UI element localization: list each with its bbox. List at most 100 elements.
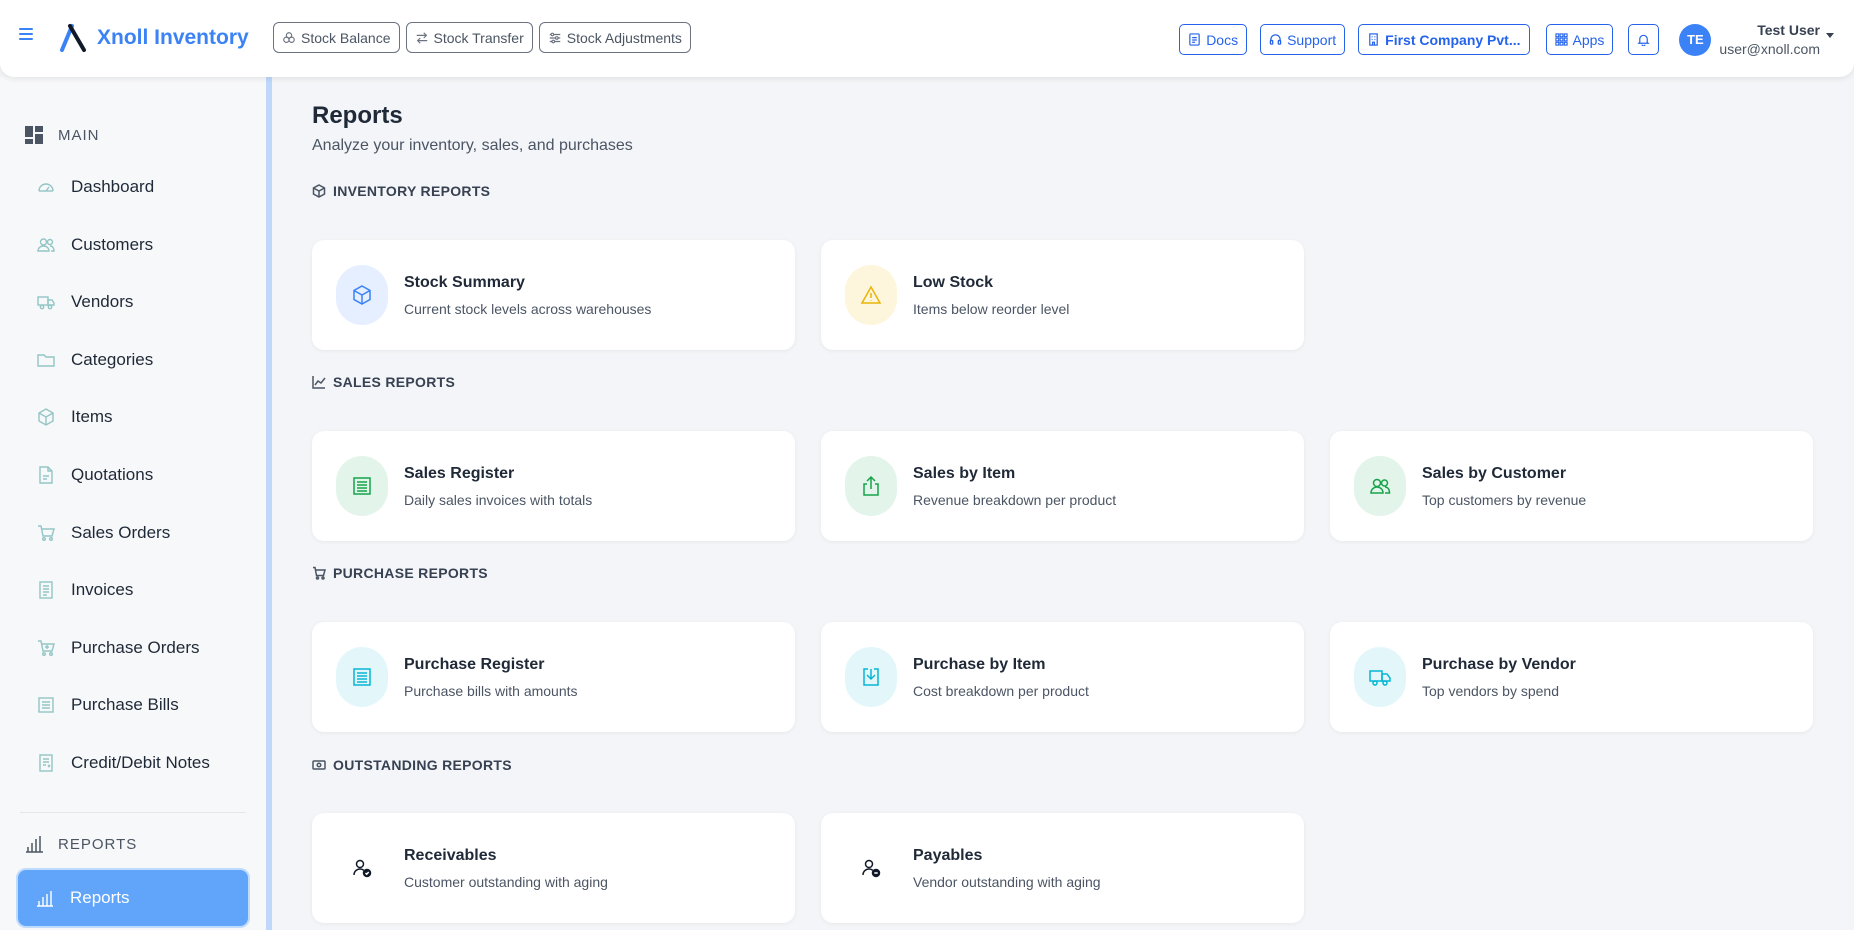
document-icon bbox=[39, 466, 53, 484]
sidebar-item-categories[interactable]: Categories bbox=[19, 337, 249, 383]
sidebar-item-invoices[interactable]: Invoices bbox=[19, 567, 249, 613]
sidebar-item-label: Quotations bbox=[71, 465, 154, 484]
quick-actions: Stock Balance Stock Transfer Stock Adjus… bbox=[273, 22, 691, 53]
report-card-payables[interactable]: Payables Vendor outstanding with aging bbox=[821, 813, 1304, 923]
apps-label: Apps bbox=[1572, 31, 1605, 48]
headset-icon bbox=[1269, 34, 1282, 45]
sidebar-item-dashboard[interactable]: Dashboard bbox=[19, 164, 249, 210]
card-title: Purchase by Vendor bbox=[1422, 655, 1576, 673]
apps-grid-icon bbox=[1554, 33, 1568, 46]
support-button[interactable]: Support bbox=[1260, 24, 1346, 55]
sidebar-item-vendors[interactable]: Vendors bbox=[19, 279, 249, 325]
avatar: TE bbox=[1679, 23, 1712, 56]
page-title: Reports bbox=[312, 102, 403, 129]
sidebar-item-purchase-bills[interactable]: Purchase Bills bbox=[19, 682, 249, 728]
user-name: Test User bbox=[1757, 22, 1820, 38]
sidebar-section-reports-label: REPORTS bbox=[58, 835, 138, 853]
report-card-stock-summary[interactable]: Stock Summary Current stock levels across… bbox=[312, 240, 795, 350]
card-icon bbox=[845, 456, 897, 516]
users-icon bbox=[37, 238, 55, 252]
sidebar-item-label: Credit/Debit Notes bbox=[71, 753, 210, 772]
menu-toggle-icon[interactable] bbox=[19, 28, 33, 40]
card-icon bbox=[845, 265, 897, 325]
support-label: Support bbox=[1287, 31, 1337, 48]
warning-triangle-icon bbox=[860, 285, 882, 304]
dashboard-grid-icon bbox=[25, 126, 43, 144]
app-name: Xnoll Inventory bbox=[97, 26, 249, 49]
stock-balance-button[interactable]: Stock Balance bbox=[273, 22, 400, 53]
docs-button[interactable]: Docs bbox=[1179, 24, 1248, 55]
card-title: Stock Summary bbox=[404, 273, 525, 291]
cart-icon bbox=[38, 525, 55, 541]
sidebar-item-items[interactable]: Items bbox=[19, 394, 249, 440]
card-icon bbox=[1354, 647, 1406, 707]
sidebar-item-label: Invoices bbox=[71, 580, 134, 599]
user-menu[interactable]: TE Test User user@xnoll.com bbox=[1679, 22, 1854, 57]
gauge-icon bbox=[38, 183, 54, 192]
card-icon bbox=[845, 838, 897, 898]
company-label: First Company Pvt... bbox=[1385, 31, 1521, 48]
report-card-purchase-register[interactable]: Purchase Register Purchase bills with amo… bbox=[312, 622, 795, 732]
stock-adjustments-label: Stock Adjustments bbox=[566, 29, 682, 46]
stock-adjustments-button[interactable]: Stock Adjustments bbox=[538, 22, 691, 53]
card-description: Purchase bills with amounts bbox=[404, 682, 578, 699]
sidebar-item-label: Items bbox=[71, 407, 113, 426]
company-switcher-button[interactable]: First Company Pvt... bbox=[1358, 24, 1530, 55]
boxes-icon bbox=[283, 31, 295, 43]
users-icon bbox=[1370, 478, 1391, 494]
truck-icon bbox=[37, 296, 55, 310]
card-title: Sales Register bbox=[404, 464, 515, 482]
report-card-receivables[interactable]: Receivables Customer outstanding with agi… bbox=[312, 813, 795, 923]
card-description: Daily sales invoices with totals bbox=[404, 491, 593, 508]
report-card-sales-register[interactable]: Sales Register Daily sales invoices with … bbox=[312, 431, 795, 541]
sidebar-item-label: Reports bbox=[70, 888, 130, 907]
card-description: Current stock levels across warehouses bbox=[404, 300, 652, 317]
line-chart-icon bbox=[312, 376, 326, 389]
report-card-sales-by-item[interactable]: Sales by Item Revenue breakdown per produ… bbox=[821, 431, 1304, 541]
app-logo[interactable]: Xnoll Inventory bbox=[58, 22, 249, 54]
sidebar-item-purchase-orders[interactable]: Purchase Orders bbox=[19, 625, 249, 671]
notes-icon bbox=[39, 754, 53, 772]
card-title: Purchase Register bbox=[404, 655, 545, 673]
sidebar-item-label: Customers bbox=[71, 235, 154, 254]
card-icon bbox=[1354, 456, 1406, 516]
section-heading-label: SALES REPORTS bbox=[333, 374, 456, 390]
bell-icon bbox=[1637, 34, 1651, 46]
sidebar-item-credit-debit-notes[interactable]: Credit/Debit Notes bbox=[19, 740, 249, 786]
receipt-icon bbox=[38, 697, 54, 713]
card-icon bbox=[336, 456, 388, 516]
section-heading-purchase: PURCHASE REPORTS bbox=[312, 565, 488, 581]
page-subtitle: Analyze your inventory, sales, and purch… bbox=[312, 137, 633, 154]
box-icon bbox=[38, 408, 54, 426]
sidebar-item-sales-orders[interactable]: Sales Orders bbox=[19, 510, 249, 556]
card-description: Customer outstanding with aging bbox=[404, 873, 608, 890]
user-info: Test User user@xnoll.com bbox=[1719, 22, 1820, 57]
apps-button[interactable]: Apps bbox=[1545, 24, 1614, 55]
section-heading-inventory: INVENTORY REPORTS bbox=[312, 183, 490, 199]
sidebar-item-quotations[interactable]: Quotations bbox=[19, 452, 249, 498]
card-description: Revenue breakdown per product bbox=[913, 491, 1117, 508]
sidebar-item-customers[interactable]: Customers bbox=[19, 222, 249, 268]
invoice-icon bbox=[39, 581, 53, 599]
card-description: Items below reorder level bbox=[913, 300, 1070, 317]
report-card-low-stock[interactable]: Low Stock Items below reorder level bbox=[821, 240, 1304, 350]
header-actions: Docs Support First Company Pvt... Apps T… bbox=[1179, 22, 1854, 57]
box-icon bbox=[312, 184, 326, 198]
card-description: Cost breakdown per product bbox=[913, 682, 1089, 699]
truck-icon bbox=[1369, 670, 1391, 686]
sidebar-item-reports[interactable]: Reports bbox=[18, 870, 248, 926]
card-title: Low Stock bbox=[913, 273, 994, 291]
card-title: Sales by Customer bbox=[1422, 464, 1567, 482]
sidebar-divider bbox=[20, 812, 246, 813]
sidebar-item-label: Vendors bbox=[71, 292, 134, 311]
stock-transfer-button[interactable]: Stock Transfer bbox=[405, 22, 533, 53]
docs-label: Docs bbox=[1206, 31, 1239, 48]
report-card-sales-by-customer[interactable]: Sales by Customer Top customers by revenu… bbox=[1330, 431, 1813, 541]
notifications-button[interactable] bbox=[1628, 24, 1660, 55]
report-card-purchase-by-vendor[interactable]: Purchase by Vendor Top vendors by spend bbox=[1330, 622, 1813, 732]
section-heading-outstanding: OUTSTANDING REPORTS bbox=[312, 757, 512, 773]
sidebar-item-label: Sales Orders bbox=[71, 523, 171, 542]
report-card-purchase-by-item[interactable]: Purchase by Item Cost breakdown per produ… bbox=[821, 622, 1304, 732]
upload-box-icon bbox=[863, 475, 879, 496]
bar-chart-icon bbox=[26, 836, 43, 853]
